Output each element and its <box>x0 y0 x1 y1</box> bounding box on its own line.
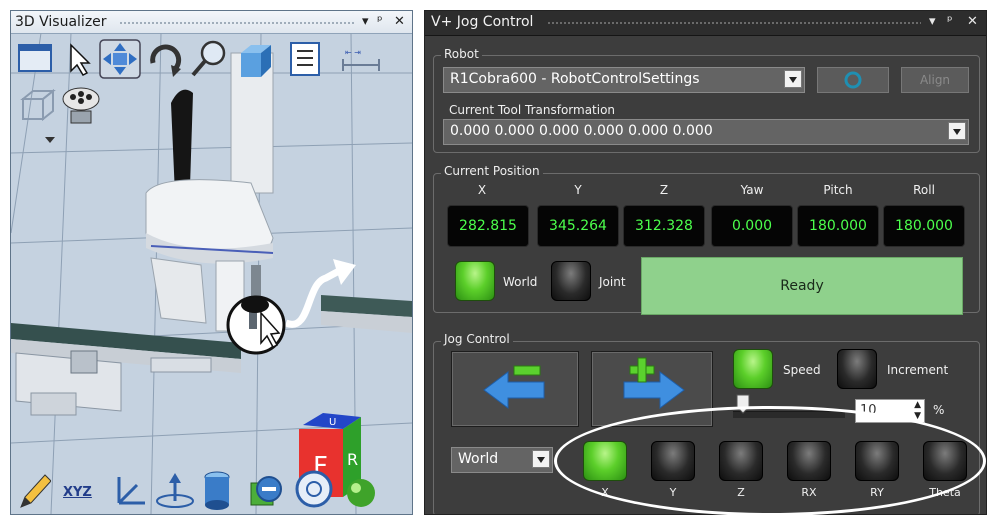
joint-mode-label: Joint <box>599 275 626 289</box>
header-z: Z <box>659 183 669 197</box>
jog-title-bar: V+ Jog Control ▾ ᵖ ✕ <box>425 11 986 36</box>
zoom-icon[interactable] <box>189 39 229 79</box>
jog-control-label: Jog Control <box>441 332 513 346</box>
increment-mode-button[interactable] <box>837 349 877 389</box>
axis-buttons-callout <box>554 406 986 516</box>
cylinder-icon[interactable] <box>201 469 233 511</box>
coordinate-frame-icon[interactable] <box>109 473 149 511</box>
chevron-down-icon[interactable] <box>784 70 802 88</box>
spin-arrows-icon[interactable]: ▲ ▼ <box>914 400 921 422</box>
tool-transform-value: 0.000 0.000 0.000 0.000 0.000 0.000 <box>450 123 713 139</box>
align-button[interactable]: Align <box>901 67 969 93</box>
chevron-down-icon[interactable]: ▾ <box>929 14 936 29</box>
value-x: 282.815 <box>447 205 529 247</box>
value-z: 312.328 <box>623 205 705 247</box>
cube-right-label: R <box>347 450 358 469</box>
svg-text:⇤ ⇥: ⇤ ⇥ <box>345 48 361 57</box>
view-box-icon[interactable] <box>17 85 63 145</box>
status-indicator: Ready <box>641 257 963 315</box>
sphere-icon[interactable] <box>343 473 379 511</box>
title-grip <box>547 21 921 25</box>
cube-top-label: U <box>329 417 336 428</box>
header-roll: Roll <box>913 183 935 197</box>
header-x: X <box>477 183 487 197</box>
jog-frame-select[interactable]: World <box>451 447 553 473</box>
3d-visualizer-panel: 3D Visualizer ▾ ᵖ ✕ U F R ⇤ ⇥ XYZ <box>10 10 413 515</box>
window-icon[interactable] <box>17 41 57 75</box>
current-position-label: Current Position <box>441 164 543 178</box>
chevron-down-icon[interactable] <box>532 450 550 468</box>
edit-icon[interactable] <box>17 471 51 511</box>
visualizer-title-bar: 3D Visualizer ▾ ᵖ ✕ <box>11 11 412 34</box>
robot-select[interactable]: R1Cobra600 - RobotControlSettings <box>443 67 805 93</box>
cube-view-icon[interactable] <box>237 43 275 79</box>
robot-group-label: Robot <box>441 47 482 61</box>
header-yaw: Yaw <box>740 183 764 197</box>
speed-mode-label: Speed <box>783 363 821 377</box>
ground-plane-icon[interactable] <box>153 471 197 511</box>
close-icon[interactable]: ✕ <box>967 14 978 29</box>
jog-title: V+ Jog Control <box>431 14 534 30</box>
value-y: 345.264 <box>537 205 619 247</box>
value-pitch: 180.000 <box>797 205 879 247</box>
header-y: Y <box>574 183 582 197</box>
increment-mode-label: Increment <box>887 363 949 377</box>
value-yaw: 0.000 <box>711 205 793 247</box>
xyz-label: XYZ <box>63 485 92 500</box>
speed-mode-button[interactable] <box>733 349 773 389</box>
refresh-icon <box>844 71 862 89</box>
xyz-axes-icon[interactable]: XYZ <box>63 481 105 503</box>
joint-mode-button[interactable] <box>551 261 591 301</box>
chevron-down-icon <box>45 137 55 143</box>
world-mode-label: World <box>503 275 538 289</box>
title-grip <box>119 21 355 25</box>
value-roll: 180.000 <box>883 205 965 247</box>
visualizer-title: 3D Visualizer <box>15 14 107 30</box>
jog-negative-button[interactable] <box>451 351 579 427</box>
robot-select-value: R1Cobra600 - RobotControlSettings <box>450 71 700 87</box>
circle-icon[interactable] <box>293 467 335 511</box>
refresh-button[interactable] <box>817 67 889 93</box>
world-mode-button[interactable] <box>455 261 495 301</box>
header-pitch: Pitch <box>823 183 853 197</box>
pin-icon[interactable]: ᵖ <box>377 14 383 29</box>
pin-icon[interactable]: ᵖ <box>947 14 953 29</box>
measure-icon[interactable]: ⇤ ⇥ <box>339 45 383 75</box>
chevron-down-icon[interactable]: ▾ <box>362 14 369 29</box>
remove-object-icon[interactable] <box>247 469 287 511</box>
align-button-label: Align <box>919 73 951 87</box>
jog-frame-value: World <box>458 451 499 467</box>
arrow-left-minus-icon <box>483 365 545 409</box>
pointer-icon[interactable] <box>63 41 95 77</box>
tool-transform-label: Current Tool Transformation <box>449 103 616 117</box>
percent-label: % <box>933 403 945 417</box>
rotate-icon[interactable] <box>145 39 187 81</box>
pan-icon[interactable] <box>99 39 141 79</box>
close-icon[interactable]: ✕ <box>394 14 405 29</box>
robot-part-icon[interactable] <box>59 85 103 129</box>
chevron-down-icon[interactable] <box>948 122 966 140</box>
edit-list-icon[interactable] <box>289 41 323 77</box>
tool-transform-select[interactable]: 0.000 0.000 0.000 0.000 0.000 0.000 <box>443 119 969 145</box>
